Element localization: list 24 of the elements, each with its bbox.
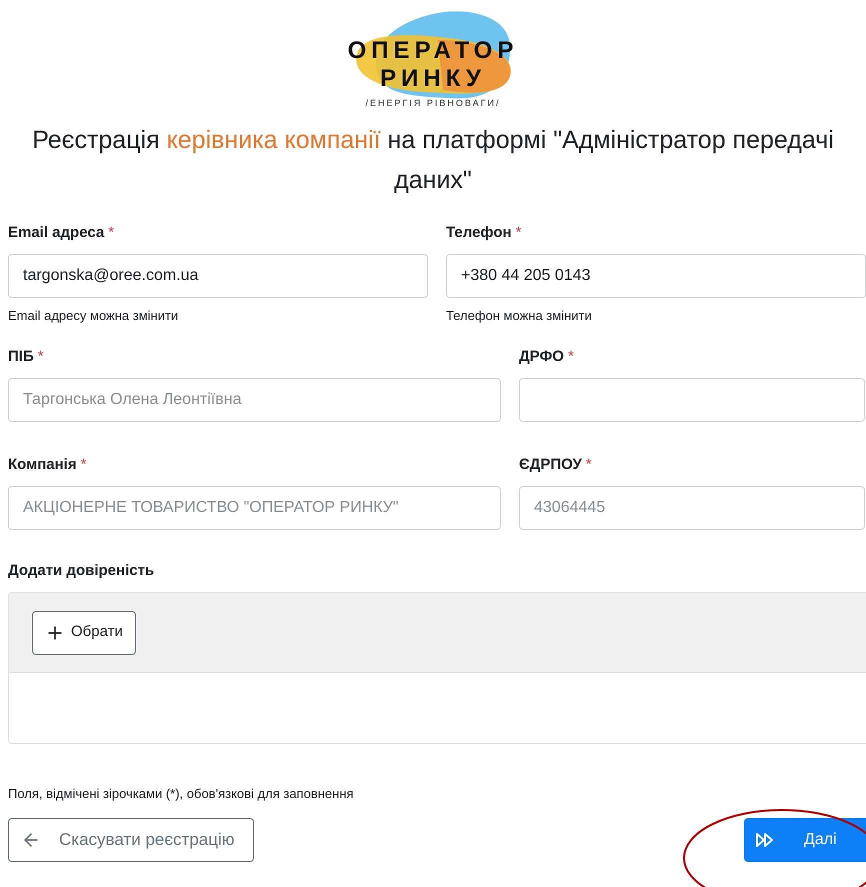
required-note: Поля, відмічені зірочками (*), обов'язкові для заповнення	[7, 785, 355, 803]
required-mark: *	[568, 346, 574, 366]
input-field[interactable]	[519, 378, 865, 422]
required-mark: *	[108, 223, 114, 243]
field-hint: Телефон можна змінити	[446, 307, 593, 325]
required-mark: *	[38, 346, 44, 366]
field-label: Телефон	[446, 223, 512, 243]
cancel-button[interactable]: Скасувати реєстрацію	[8, 818, 254, 862]
upload-label: Додати довіреність	[8, 560, 156, 580]
field-label: ДРФО	[519, 346, 564, 366]
field-label: Компанія	[8, 454, 77, 474]
required-mark: *	[80, 454, 86, 474]
input-field[interactable]: +380 44 205 0143	[446, 254, 866, 298]
choose-button[interactable]: Обрати	[32, 610, 136, 654]
page-title: Реєстрація керівника компанії на платформі "Адміністратор передачі даних"	[31, 125, 835, 196]
next-button[interactable]: Далі	[744, 818, 866, 862]
fast-forward-icon	[756, 832, 774, 846]
required-mark: *	[516, 223, 522, 243]
field-label: ПІБ	[8, 346, 34, 366]
field-label: Email адреса	[8, 223, 104, 243]
required-mark: *	[586, 454, 592, 474]
input-field[interactable]: targonska@oree.com.ua	[8, 254, 428, 298]
field-label: ЄДРПОУ	[519, 454, 582, 474]
field-hint: Email адресу можна змінити	[8, 307, 180, 325]
